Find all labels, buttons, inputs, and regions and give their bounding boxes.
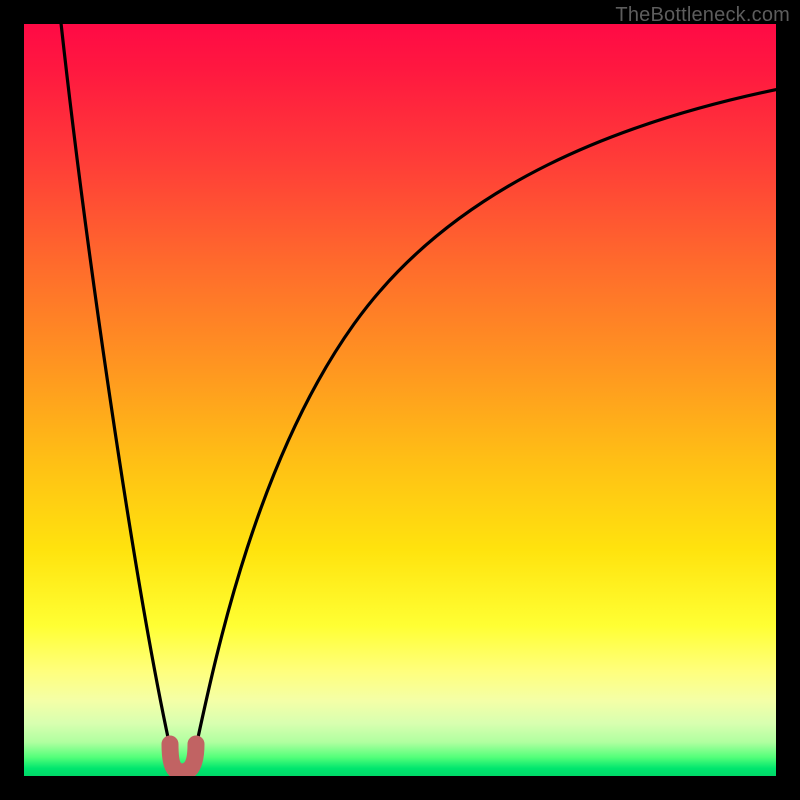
bottleneck-curve [24, 24, 776, 776]
curve-right-branch [194, 86, 776, 756]
curve-left-branch [60, 24, 172, 756]
attribution-text: TheBottleneck.com [615, 4, 790, 27]
plot-frame [24, 24, 776, 776]
minimum-marker-path [170, 744, 196, 772]
